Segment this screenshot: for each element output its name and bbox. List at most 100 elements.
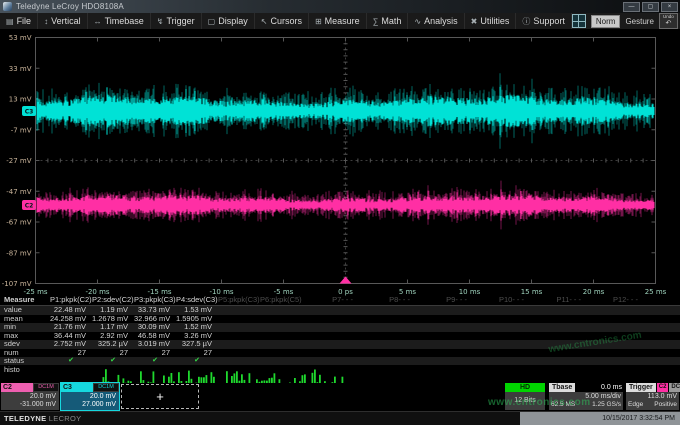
menu-item-label: Utilities bbox=[480, 16, 509, 26]
gesture-label[interactable]: Gesture bbox=[625, 17, 653, 26]
menu-utilities[interactable]: ✖Utilities bbox=[465, 13, 517, 29]
trigger-position-marker[interactable] bbox=[340, 277, 352, 284]
menu-math[interactable]: ∑Math bbox=[367, 13, 409, 29]
menu-measure[interactable]: ⊞Measure bbox=[309, 13, 367, 29]
status-strip: 10/15/2017 3:32:54 PM bbox=[520, 412, 680, 425]
trigger-mode-indicator[interactable]: Norm bbox=[591, 15, 621, 28]
measure-col-header[interactable]: P3:pkpk(C3) bbox=[134, 295, 176, 305]
y-axis-label: -87 mV bbox=[6, 249, 31, 257]
brand-teledyne: TELEDYNE bbox=[4, 414, 46, 423]
channel-marker-c2[interactable]: C2 bbox=[22, 200, 36, 210]
menu-support[interactable]: ⓘSupport bbox=[516, 13, 572, 29]
measure-col-header[interactable]: P11- - - bbox=[530, 295, 587, 305]
channel-marker-label: C2 bbox=[25, 203, 34, 210]
timebase-box[interactable]: Tbase 0.0 ms 5.00 ms/div 62.5 MS 1.25 GS… bbox=[549, 383, 623, 410]
trigger-type: Edge bbox=[628, 401, 643, 409]
window-title: Teledyne LeCroy HDO8108A bbox=[16, 2, 124, 11]
measure-value: 1.19 mV bbox=[92, 306, 134, 315]
maximize-button[interactable]: ▢ bbox=[642, 2, 659, 12]
measure-col-header[interactable]: P1:pkpk(C2) bbox=[50, 295, 92, 305]
measure-col-header[interactable]: P7- - - bbox=[302, 295, 359, 305]
channel-id-label: C3 bbox=[61, 383, 93, 392]
measure-row-label: value bbox=[0, 306, 50, 315]
cursors-icon: ↖ bbox=[261, 17, 268, 26]
channel-marker-label: C3 bbox=[25, 109, 34, 116]
measure-value: 24.258 mV bbox=[50, 315, 92, 324]
trigger-box[interactable]: Trigger C2 DC 113.0 mV Edge Positive bbox=[626, 383, 679, 410]
acquisition-box[interactable]: HD 12 Bits bbox=[505, 383, 545, 410]
status-check-icon: ✔ bbox=[134, 357, 176, 365]
y-axis-label: -47 mV bbox=[6, 188, 31, 196]
minimize-button[interactable]: — bbox=[623, 2, 640, 12]
measure-row-label: mean bbox=[0, 315, 50, 324]
undo-button[interactable]: Undo↶ bbox=[659, 13, 678, 29]
measure-col-header[interactable]: P5:pkpk(C3) bbox=[218, 295, 260, 305]
brand: TELEDYNE LECROY bbox=[0, 414, 81, 423]
menu-item-label: Vertical bbox=[51, 16, 81, 26]
measure-value: 46.58 mV bbox=[134, 332, 176, 341]
measure-value: 27 bbox=[176, 349, 218, 358]
measure-col-header[interactable]: P4:sdev(C3) bbox=[176, 295, 218, 305]
y-axis-label: 13 mV bbox=[9, 96, 32, 104]
menu-item-label: Analysis bbox=[424, 16, 458, 26]
measure-row: num27272727 bbox=[0, 349, 680, 358]
menu-cursors[interactable]: ↖Cursors bbox=[255, 13, 309, 29]
menu-timebase[interactable]: ↔Timebase bbox=[88, 13, 151, 29]
measure-value: 33.73 mV bbox=[134, 306, 176, 315]
measure-col-header[interactable]: P6:pkpk(C5) bbox=[260, 295, 302, 305]
timestamp: 10/15/2017 3:32:54 PM bbox=[602, 415, 680, 422]
trigger-coupling-badge: DC bbox=[669, 383, 680, 392]
channel-descriptor-c2[interactable]: C2DC1M20.0 mV-31.000 mV bbox=[1, 383, 59, 410]
channel-scale: 20.0 mV bbox=[4, 393, 56, 401]
menu-file[interactable]: ▤File bbox=[0, 13, 38, 29]
channel-marker-c3[interactable]: C3 bbox=[22, 106, 36, 116]
measure-col-header[interactable]: P8- - - bbox=[359, 295, 416, 305]
timebase-icon: ↔ bbox=[94, 17, 102, 26]
menu-analysis[interactable]: ∿Analysis bbox=[408, 13, 464, 29]
status-check-icon: ✔ bbox=[176, 357, 218, 365]
channel-body: 20.0 mV-31.000 mV bbox=[1, 392, 59, 410]
measure-col-header[interactable]: P10- - - bbox=[473, 295, 530, 305]
measure-value: 27 bbox=[134, 349, 176, 358]
measure-panel: MeasureP1:pkpk(C2)P2:sdev(C2)P3:pkpk(C3)… bbox=[0, 295, 680, 383]
app-icon bbox=[3, 2, 12, 11]
channel-offset: 27.000 mV bbox=[64, 401, 116, 409]
measure-col-header[interactable]: P9- - - bbox=[416, 295, 473, 305]
measure-value: 27 bbox=[92, 349, 134, 358]
measure-row-label: num bbox=[0, 349, 50, 358]
close-button[interactable]: × bbox=[661, 2, 678, 12]
footer-bar: TELEDYNE LECROY 10/15/2017 3:32:54 PM bbox=[0, 411, 680, 425]
grid-layout-icon[interactable] bbox=[572, 14, 586, 28]
y-axis-label: -107 mV bbox=[2, 280, 32, 288]
status-check-icon: ✔ bbox=[92, 357, 134, 365]
add-trace-button[interactable]: + bbox=[121, 384, 199, 409]
menu-item-label: Timebase bbox=[105, 16, 144, 26]
measure-value: 1.53 mV bbox=[176, 306, 218, 315]
measure-col-header[interactable]: P12- - - bbox=[587, 295, 644, 305]
measure-icon: ⊞ bbox=[315, 17, 322, 26]
menu-item-label: Math bbox=[381, 16, 401, 26]
measure-col-header[interactable]: P2:sdev(C2) bbox=[92, 295, 134, 305]
window-controls: —▢× bbox=[623, 2, 678, 12]
channel-body: 20.0 mV27.000 mV bbox=[61, 392, 119, 410]
timebase-scale: 5.00 ms/div bbox=[551, 393, 621, 401]
measure-value: 3.26 mV bbox=[176, 332, 218, 341]
coupling-badge: DC1M bbox=[93, 383, 119, 392]
status-check-icon: ✔ bbox=[50, 357, 92, 365]
menu-item-label: Display bbox=[218, 16, 248, 26]
sample-rate: 1.25 GS/s bbox=[592, 401, 621, 409]
menu-vertical[interactable]: ↕Vertical bbox=[38, 13, 88, 29]
measure-value: 3.019 mV bbox=[134, 340, 176, 349]
menu-display[interactable]: ▢Display bbox=[202, 13, 255, 29]
measure-header-row: MeasureP1:pkpk(C2)P2:sdev(C2)P3:pkpk(C3)… bbox=[0, 295, 680, 306]
channel-offset: -31.000 mV bbox=[4, 401, 56, 409]
menu-items: ▤File↕Vertical↔Timebase↯Trigger▢Display↖… bbox=[0, 13, 572, 29]
channel-descriptor-c3[interactable]: C3DC1M20.0 mV27.000 mV bbox=[61, 383, 119, 410]
waveform-display[interactable]: 53 mV33 mV13 mV-7 mV-27 mV-47 mV-67 mV-8… bbox=[0, 30, 680, 300]
y-axis-label: 33 mV bbox=[9, 65, 32, 73]
timebase-position: 0.0 ms bbox=[576, 383, 623, 392]
menu-trigger[interactable]: ↯Trigger bbox=[151, 13, 202, 29]
measure-row: min21.76 mV1.17 mV30.09 mV1.52 mV bbox=[0, 323, 680, 332]
measure-histo-row: histo bbox=[0, 365, 680, 385]
measure-row-label: histo bbox=[0, 365, 50, 385]
